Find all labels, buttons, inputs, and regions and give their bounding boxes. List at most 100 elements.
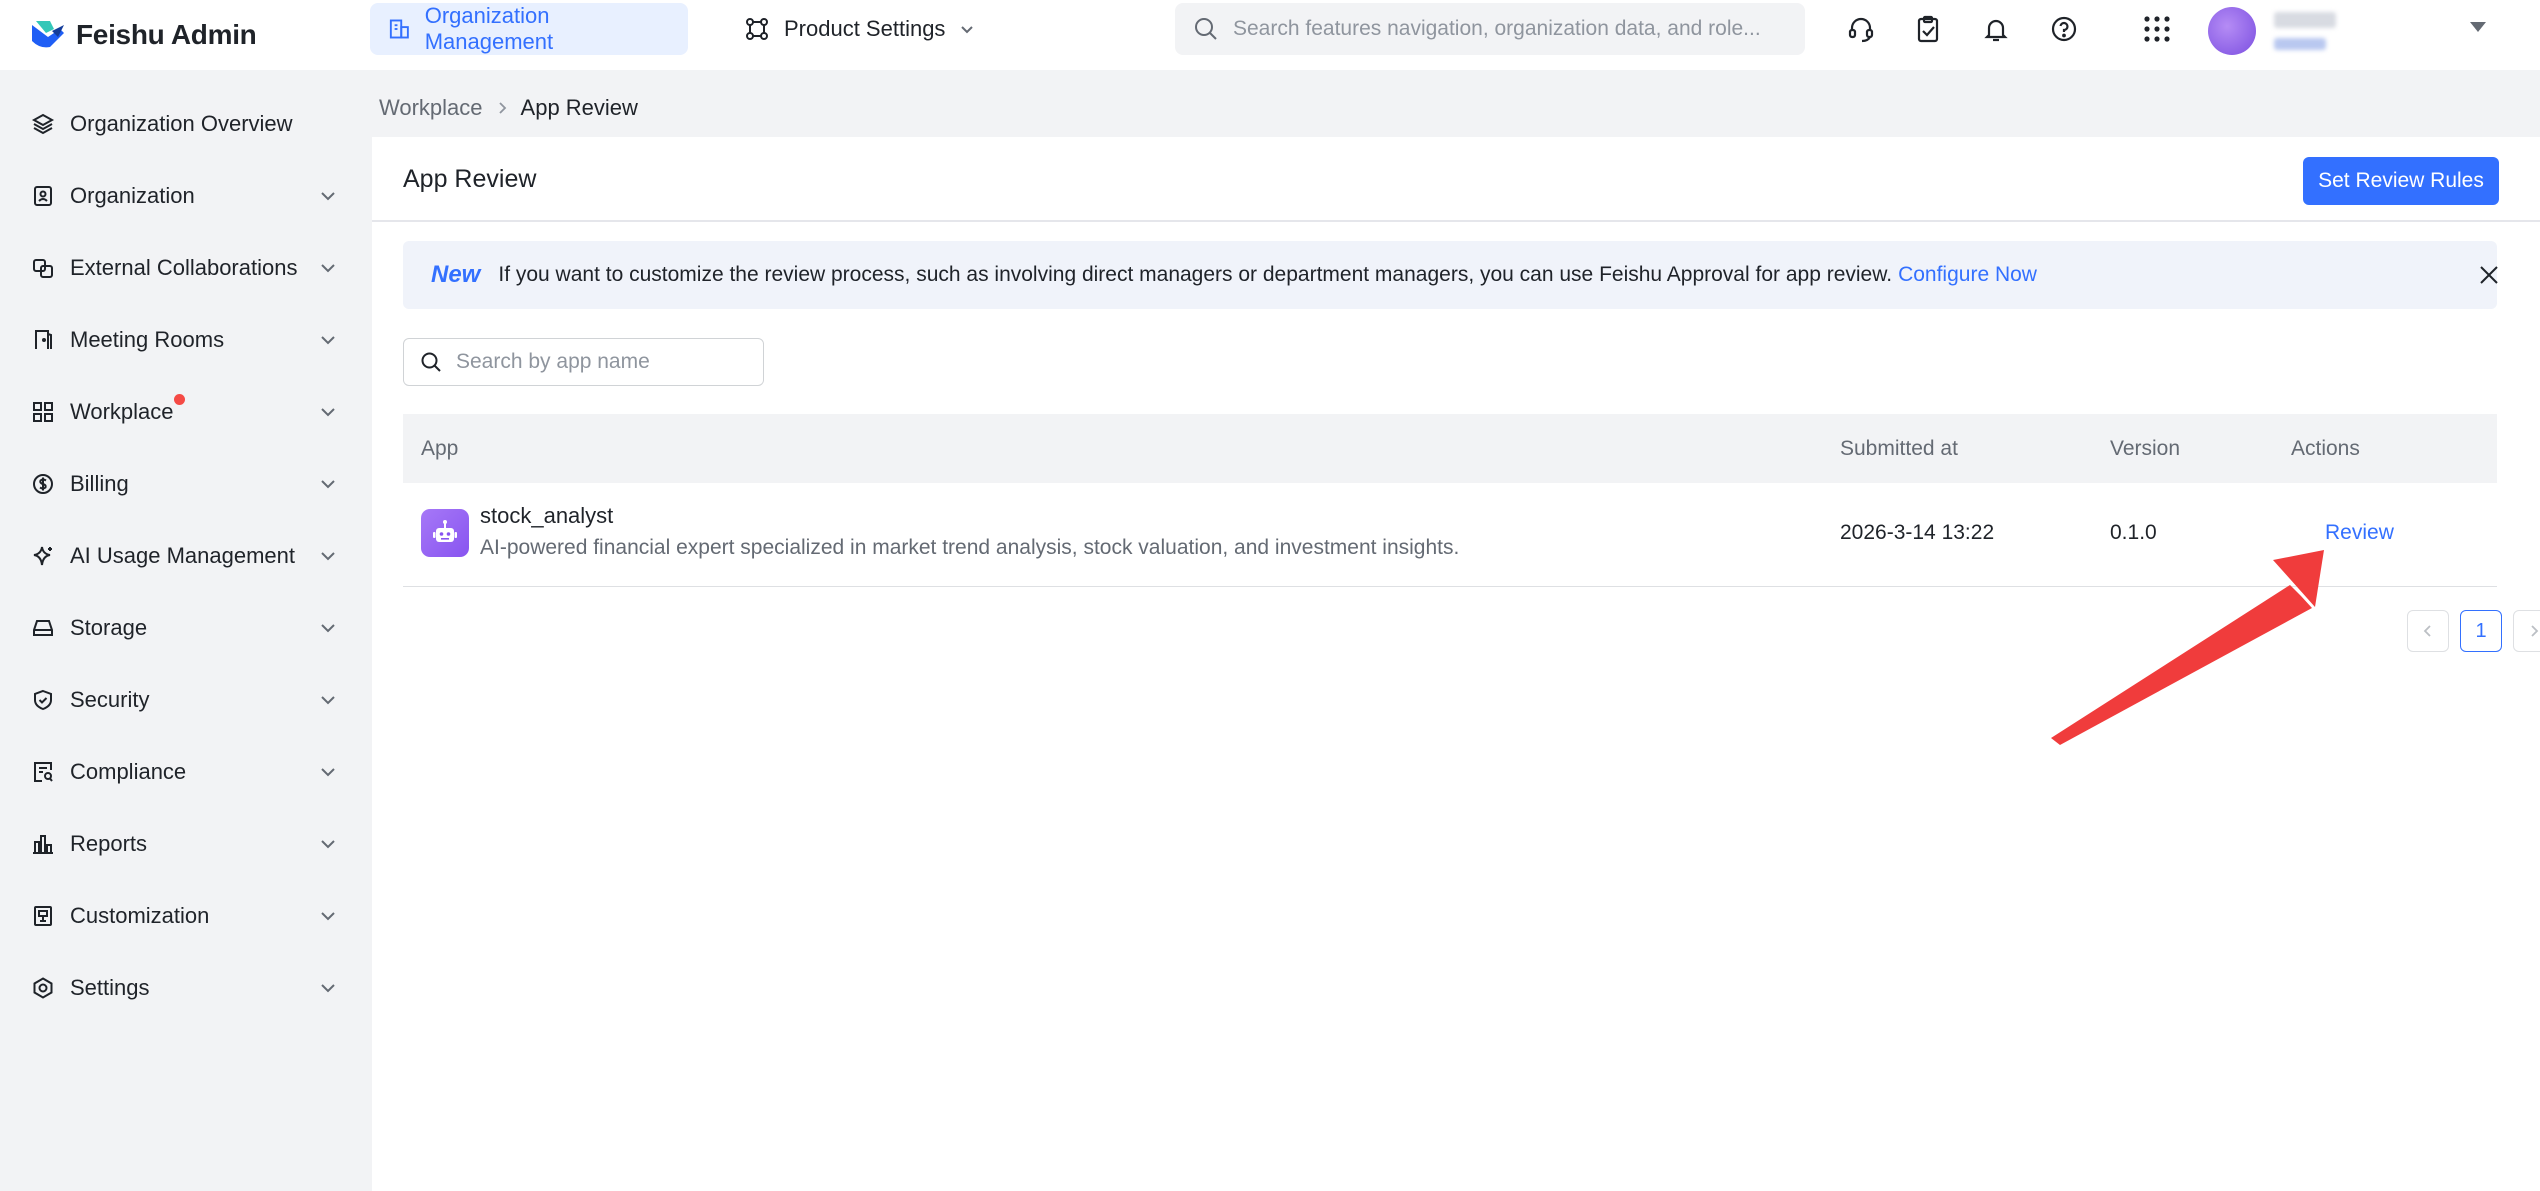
sidebar-item-label: Settings	[70, 975, 150, 1000]
chevron-down-icon	[321, 336, 335, 345]
chevron-down-icon	[961, 26, 974, 34]
breadcrumb-workplace-link[interactable]: Workplace	[379, 95, 483, 121]
sidebar-item-compliance[interactable]: Compliance	[0, 742, 372, 802]
submitted-at-cell: 2026-3-14 13:22	[1840, 521, 1995, 544]
sidebar-item-external-collaborations[interactable]: External Collaborations	[0, 238, 372, 298]
notice-text: If you want to customize the review proc…	[498, 263, 1893, 286]
sidebar: Organization Overview Organization Exter…	[0, 70, 372, 1191]
customize-icon	[30, 903, 56, 929]
sidebar-item-label: Reports	[70, 831, 148, 856]
help-icon[interactable]	[2047, 12, 2081, 46]
building-icon	[389, 19, 409, 39]
column-header-submitted-at: Submitted at	[1840, 437, 1958, 460]
bell-icon[interactable]	[1979, 12, 2013, 46]
caret-down-icon[interactable]	[2470, 22, 2486, 32]
shield-icon	[30, 687, 56, 713]
chevron-down-icon	[321, 912, 335, 921]
configure-now-link[interactable]: Configure Now	[1898, 263, 2037, 287]
sidebar-item-organization-overview[interactable]: Organization Overview	[0, 94, 372, 154]
search-placeholder: Search features navigation, organization…	[1233, 17, 1761, 40]
notification-dot	[174, 394, 185, 405]
chevron-down-icon	[321, 552, 335, 561]
column-header-version: Version	[2110, 437, 2181, 460]
bar-chart-icon	[30, 831, 56, 857]
column-header-app: App	[421, 437, 459, 460]
hexagon-gear-icon	[30, 975, 56, 1001]
layers-icon	[30, 111, 56, 137]
chevron-right-icon	[2531, 625, 2539, 637]
chevron-down-icon	[321, 264, 335, 273]
sidebar-item-label: External Collaborations	[70, 255, 298, 280]
review-link[interactable]: Review	[2325, 521, 2394, 545]
chevron-down-icon	[321, 696, 335, 705]
set-review-rules-button[interactable]: Set Review Rules	[2303, 157, 2499, 205]
sidebar-item-organization[interactable]: Organization	[0, 166, 372, 226]
table-row: stock_analyst AI-powered financial exper…	[403, 483, 2497, 587]
compliance-icon	[30, 759, 56, 785]
top-bar: Feishu Admin Organization Management Pro…	[0, 0, 2540, 70]
chevron-down-icon	[321, 480, 335, 489]
sidebar-item-billing[interactable]: Billing	[0, 454, 372, 514]
drive-icon	[30, 615, 56, 641]
chevron-down-icon	[321, 408, 335, 417]
sidebar-item-storage[interactable]: Storage	[0, 598, 372, 658]
badge-icon	[30, 183, 56, 209]
sidebar-item-ai-usage-management[interactable]: AI Usage Management	[0, 526, 372, 586]
next-page-button[interactable]	[2513, 610, 2540, 652]
sidebar-item-workplace[interactable]: Workplace	[0, 382, 372, 442]
new-badge: New	[431, 261, 481, 288]
global-search-input[interactable]: Search features navigation, organization…	[1175, 3, 1805, 55]
link-icon	[30, 255, 56, 281]
main-panel: App Review Set Review Rules New If you w…	[372, 137, 2540, 1191]
app-search-box[interactable]	[403, 338, 764, 386]
chevron-down-icon	[321, 840, 335, 849]
search-icon	[421, 352, 441, 372]
app-search-input[interactable]	[456, 350, 736, 374]
tab-label: Product Settings	[784, 16, 946, 41]
chevron-down-icon	[321, 624, 335, 633]
clipboard-check-icon[interactable]	[1911, 12, 1945, 46]
chevron-left-icon	[2423, 625, 2431, 637]
page-title: App Review	[403, 165, 537, 193]
feishu-logo[interactable]: Feishu Admin	[30, 10, 257, 60]
table-header: App Submitted at Version Actions	[403, 414, 2497, 483]
robot-icon	[421, 509, 469, 557]
app-name: stock_analyst	[480, 503, 614, 528]
headset-icon[interactable]	[1844, 12, 1878, 46]
sidebar-item-label: Workplace	[70, 399, 174, 424]
chevron-down-icon	[321, 192, 335, 201]
sidebar-item-label: Organization Overview	[70, 111, 293, 136]
sidebar-item-security[interactable]: Security	[0, 670, 372, 730]
sidebar-item-label: AI Usage Management	[70, 543, 296, 568]
tab-product-settings[interactable]: Product Settings	[726, 3, 993, 55]
sidebar-item-label: Compliance	[70, 759, 187, 784]
avatar[interactable]	[2208, 7, 2256, 55]
sparkle-icon	[30, 543, 56, 569]
sidebar-item-customization[interactable]: Customization	[0, 886, 372, 946]
version-cell: 0.1.0	[2110, 521, 2157, 544]
nodes-icon	[746, 18, 768, 40]
app-title: Feishu Admin	[76, 19, 257, 50]
sidebar-item-reports[interactable]: Reports	[0, 814, 372, 874]
sidebar-item-label: Billing	[70, 471, 129, 496]
tab-organization-management[interactable]: Organization Management	[370, 3, 688, 55]
dollar-icon	[30, 471, 56, 497]
app-description: AI-powered financial expert specialized …	[480, 536, 1460, 559]
door-icon	[30, 327, 56, 353]
page-number-button[interactable]: 1	[2460, 610, 2502, 652]
sidebar-item-settings[interactable]: Settings	[0, 958, 372, 1018]
apps-grid-icon[interactable]	[2140, 12, 2174, 46]
notice-banner: New If you want to customize the review …	[403, 241, 2498, 309]
sidebar-item-meeting-rooms[interactable]: Meeting Rooms	[0, 310, 372, 370]
breadcrumb: Workplace App Review	[379, 94, 638, 122]
feishu-bird-icon	[32, 21, 64, 48]
tab-label: Organization Management	[424, 3, 554, 54]
search-icon	[1195, 18, 1217, 40]
close-icon[interactable]	[2477, 263, 2501, 287]
panel-header: App Review Set Review Rules	[372, 137, 2540, 222]
user-info-blurred[interactable]	[2274, 8, 2340, 54]
grid-icon	[30, 399, 56, 425]
sidebar-item-label: Security	[70, 687, 150, 712]
prev-page-button[interactable]	[2407, 610, 2449, 652]
column-header-actions: Actions	[2291, 437, 2360, 460]
